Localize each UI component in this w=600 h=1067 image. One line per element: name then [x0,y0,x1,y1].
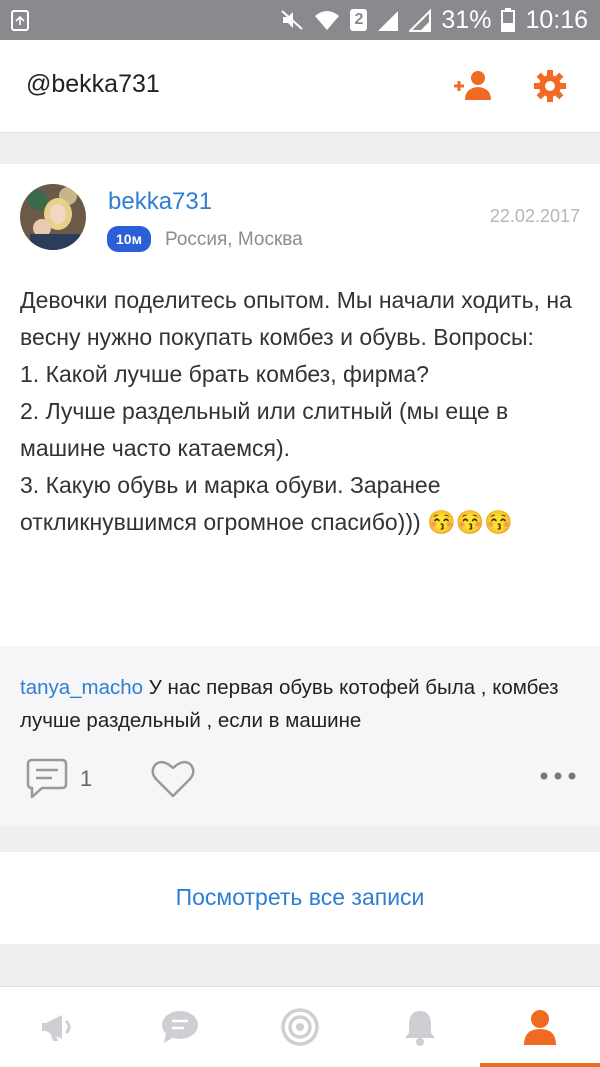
target-icon [281,1008,319,1046]
nav-item-messages[interactable] [120,987,240,1067]
comment-preview[interactable]: tanya_macho У нас первая обувь котофей б… [20,671,580,737]
view-all-posts-link[interactable]: Посмотреть все записи [176,884,425,911]
post-author[interactable]: bekka731 [108,188,212,216]
avatar-photo [20,184,86,250]
post-text: Девочки поделитесь опытом. Мы начали ход… [20,282,580,541]
comment-author[interactable]: tanya_macho [20,676,143,699]
post-date: 22.02.2017 [489,206,580,226]
nav-item-notifications[interactable] [360,987,480,1067]
status-indicators: 2 31% 10:16 [280,0,588,40]
add-friend-icon[interactable] [452,68,492,104]
view-all-card: Посмотреть все записи [0,852,600,944]
profile-username: @bekka731 [26,70,160,98]
more-options-icon[interactable] [538,766,578,786]
post-location: Россия, Москва [165,229,303,250]
chat-icon [162,1011,198,1043]
kiss-emoji: 😚😚😚 [427,509,513,535]
age-badge: 10м [107,226,151,252]
settings-icon[interactable] [532,68,568,104]
battery-percent: 31% [441,5,492,34]
avatar[interactable] [20,184,86,250]
comment-count: 1 [80,766,93,791]
signal-icon-2 [409,8,432,32]
wifi-icon [315,11,340,30]
mute-icon [281,10,304,30]
bell-icon [405,1011,435,1046]
profile-icon [524,1010,556,1045]
post-body: Девочки поделитесь опытом. Мы начали ход… [20,287,572,535]
heart-icon[interactable] [150,756,196,802]
sim-badge: 2 [350,9,368,31]
profile-header: @bekka731 [0,40,600,133]
active-tab-indicator [480,1063,600,1067]
clock: 10:16 [525,5,588,34]
bottom-navigation [0,986,600,1067]
comment-icon[interactable] [24,756,70,802]
megaphone-icon [42,1015,71,1041]
nav-item-profile[interactable] [480,987,600,1067]
battery-icon [501,8,516,32]
nav-item-discover[interactable] [240,987,360,1067]
post-actions: 1 [0,756,600,816]
status-bar: 2 31% 10:16 [0,0,600,40]
recycle-notification-icon [11,10,29,31]
signal-icon-1 [378,11,399,31]
post-card: bekka731 10м Россия, Москва 22.02.2017 Д… [0,164,600,646]
nav-item-feed[interactable] [0,987,120,1067]
comment-section: tanya_macho У нас первая обувь котофей б… [0,646,600,826]
